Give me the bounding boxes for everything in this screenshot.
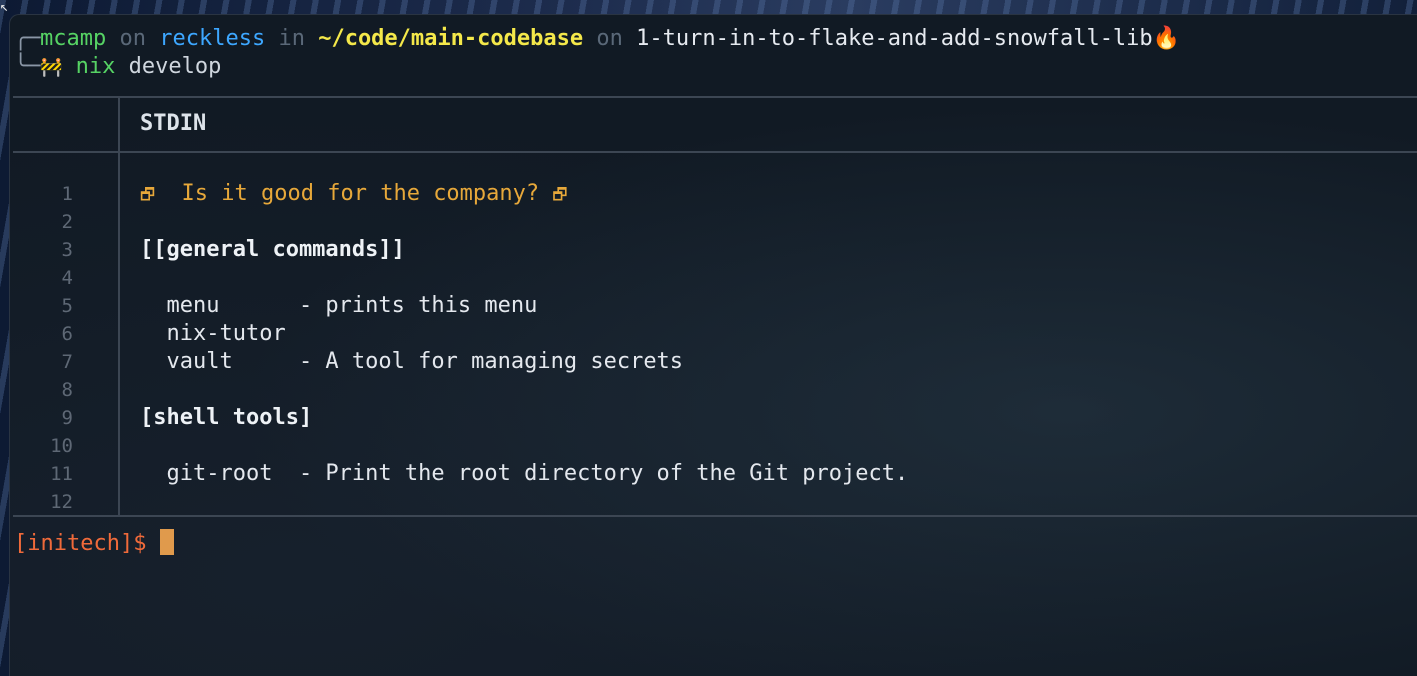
command-argument: develop (128, 54, 222, 79)
line-number: 10 (50, 435, 73, 457)
line-number: 1 (61, 183, 73, 205)
line-number-gutter: 1 2 3 4 5 6 7 8 9 10 11 12 (13, 180, 73, 516)
bat-header-divider (13, 151, 1417, 153)
line-number: 9 (61, 407, 73, 429)
command-entry-git-root: git-root - Print the root directory of t… (140, 461, 909, 486)
mouse-pointer-icon: ↖ (0, 0, 9, 15)
prompt-host: reckless (159, 26, 266, 51)
construction-icon: 🚧 (40, 57, 63, 78)
empty-line (140, 208, 908, 236)
bat-gutter-divider (118, 96, 120, 517)
empty-line (140, 264, 908, 292)
section-shell-tools: [shell tools] (140, 405, 313, 430)
line-number: 8 (61, 379, 73, 401)
line-number: 12 (50, 491, 73, 513)
line-number: 11 (50, 463, 73, 485)
command-entry-menu: menu - prints this menu (140, 293, 538, 318)
shell-input-line[interactable]: [initech]$ (14, 529, 174, 558)
line-number: 3 (61, 239, 73, 261)
prompt-git-branch: 1-turn-in-to-flake-and-add-snowfall-lib (636, 26, 1153, 51)
window-restore-icon: 🗗 (552, 185, 568, 204)
menu-title: Is it good for the company? (181, 181, 540, 206)
empty-line (140, 432, 908, 460)
command-name: nix (75, 54, 116, 79)
prompt-user: mcamp (40, 26, 107, 51)
line-number: 4 (61, 267, 73, 289)
prompt-in-word: in (278, 26, 305, 51)
line-number: 2 (61, 211, 73, 233)
bat-content: 🗗 Is it good for the company? 🗗 [[genera… (140, 180, 908, 516)
window-restore-icon: 🗗 (140, 185, 156, 204)
prompt-bracket-top-icon: ╭─ (14, 26, 41, 51)
command-entry-nix-tutor: nix-tutor (140, 321, 286, 346)
prompt-path: ~/code/main-codebase (318, 26, 584, 51)
empty-line (140, 488, 908, 516)
bat-output-panel: STDIN 1 2 3 4 5 6 7 8 9 10 11 12 🗗 Is it… (13, 96, 1417, 517)
line-number: 6 (61, 323, 73, 345)
prompt-on-word: on (119, 26, 146, 51)
shell-prompt-info: ╭─mcamp on reckless in ~/code/main-codeb… (14, 25, 1180, 53)
shell-prompt: [initech]$ (14, 531, 160, 556)
section-general-commands: [[general commands]] (140, 237, 405, 262)
prompt-on-word-2: on (596, 26, 623, 51)
command-entry-vault: vault - A tool for managing secrets (140, 349, 684, 374)
prompt-bracket-bottom-icon: ╰─ (14, 54, 41, 79)
line-number: 5 (61, 295, 73, 317)
line-number: 7 (61, 351, 73, 373)
menu-title-line: 🗗 Is it good for the company? 🗗 (140, 180, 908, 208)
terminal-window[interactable]: ╭─mcamp on reckless in ~/code/main-codeb… (9, 14, 1417, 676)
fire-icon: 🔥 (1152, 26, 1181, 51)
bat-file-header: STDIN (140, 111, 207, 136)
shell-command-line: ╰─🚧 nix develop (14, 53, 221, 82)
bat-top-divider (13, 96, 1417, 98)
text-cursor (159, 529, 174, 555)
empty-line (140, 376, 908, 404)
